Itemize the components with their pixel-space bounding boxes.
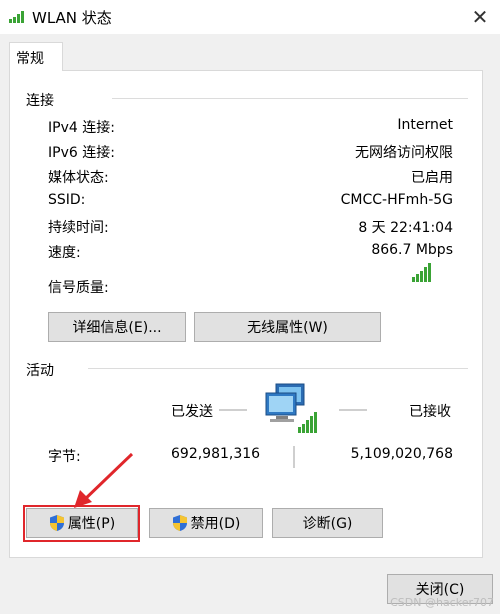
wifi-signal-icon — [9, 11, 24, 23]
wireless-properties-button[interactable]: 无线属性(W) — [194, 312, 381, 342]
signal-bars-icon — [412, 263, 431, 282]
tab-general-label: 常规 — [16, 51, 44, 67]
ssid-label: SSID: — [48, 192, 86, 208]
details-button[interactable]: 详细信息(E)... — [48, 312, 186, 342]
title-bar: WLAN 状态 ✕ — [0, 0, 500, 34]
uac-shield-icon — [172, 515, 187, 531]
wireless-properties-label: 无线属性(W) — [247, 320, 328, 336]
connection-divider — [112, 98, 468, 99]
speed-label: 速度: — [48, 245, 81, 261]
ipv6-label: IPv6 连接: — [48, 145, 115, 161]
close-icon[interactable]: ✕ — [466, 5, 494, 29]
duration-value: 8 天 22:41:04 — [358, 220, 453, 236]
media-state-label: 媒体状态: — [48, 170, 109, 186]
media-state-value: 已启用 — [411, 170, 453, 186]
connection-group-label: 连接 — [26, 93, 54, 109]
ssid-value: CMCC-HFmh-5G — [340, 192, 453, 208]
received-label: 已接收 — [409, 404, 451, 420]
received-connector — [339, 409, 367, 411]
activity-group-label: 活动 — [26, 363, 54, 379]
annotation-arrow-icon — [74, 452, 134, 508]
bytes-separator — [293, 446, 295, 468]
diagnose-button-label: 诊断(G) — [302, 516, 353, 532]
properties-highlight-box — [23, 505, 140, 542]
window-title: WLAN 状态 — [32, 9, 112, 27]
details-button-label: 详细信息(E)... — [72, 320, 162, 336]
ipv4-label: IPv4 连接: — [48, 120, 115, 136]
speed-value: 866.7 Mbps — [371, 242, 453, 258]
signal-quality-label: 信号质量: — [48, 280, 109, 296]
sent-connector — [219, 409, 247, 411]
disable-button[interactable]: 禁用(D) — [149, 508, 263, 538]
duration-label: 持续时间: — [48, 220, 109, 236]
diagnose-button[interactable]: 诊断(G) — [272, 508, 383, 538]
watermark: CSDN @hacker707 — [390, 596, 494, 609]
network-computers-icon — [265, 383, 317, 433]
ipv4-value: Internet — [397, 117, 453, 133]
sent-label: 已发送 — [171, 404, 213, 420]
activity-divider — [88, 368, 468, 369]
bytes-received-value: 5,109,020,768 — [350, 446, 453, 462]
bytes-sent-value: 692,981,316 — [171, 446, 261, 462]
ipv6-value: 无网络访问权限 — [355, 145, 453, 161]
tab-general[interactable]: 常规 — [9, 42, 63, 71]
disable-button-label: 禁用(D) — [190, 516, 241, 532]
